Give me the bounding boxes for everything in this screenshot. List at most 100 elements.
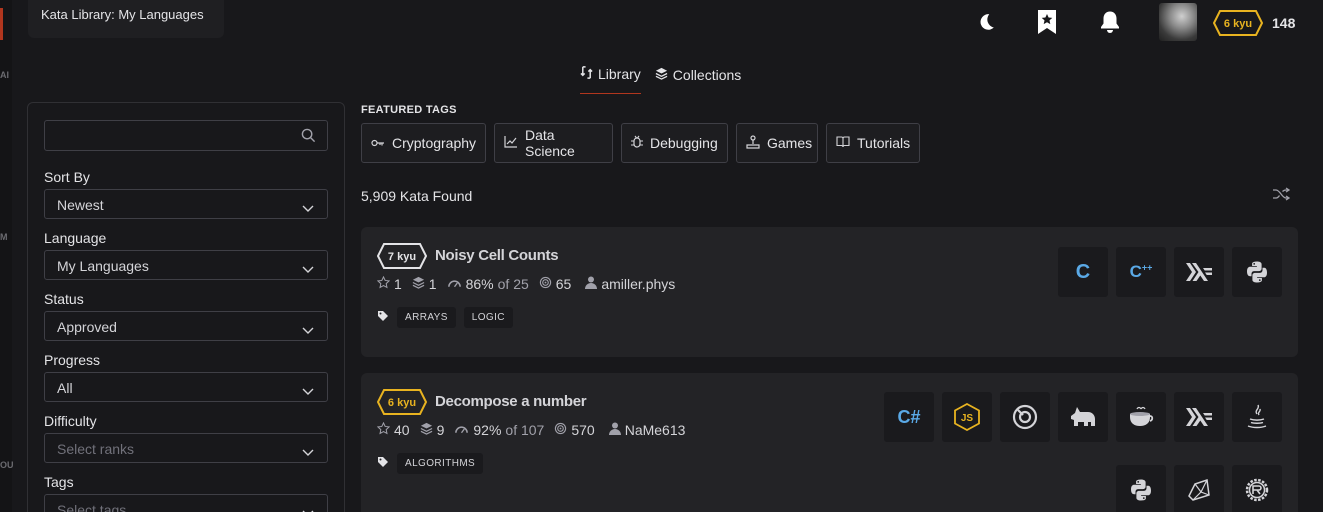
- collections-stat: 1: [412, 276, 437, 292]
- bell-icon[interactable]: [1096, 8, 1124, 36]
- language-javascript-icon[interactable]: JS: [942, 392, 992, 442]
- rank-badge: 7 kyu: [376, 243, 428, 274]
- language-rust-icon[interactable]: [1232, 465, 1282, 512]
- kata-title-link[interactable]: Noisy Cell Counts: [435, 247, 559, 264]
- language-haskell-icon[interactable]: [1174, 247, 1224, 297]
- rank-badge: 6 kyu: [1212, 10, 1264, 41]
- shuffle-icon[interactable]: [1272, 186, 1291, 207]
- filter-panel: Sort By Newest Language My Languages Sta…: [27, 102, 345, 512]
- tag-chip[interactable]: LOGIC: [463, 307, 513, 328]
- language-python-icon[interactable]: [1232, 247, 1282, 297]
- sort-by-select[interactable]: Newest: [44, 189, 328, 219]
- tags-select[interactable]: Select tags: [44, 494, 328, 512]
- status-label: Status: [44, 291, 84, 307]
- svg-text:6 kyu: 6 kyu: [388, 397, 416, 409]
- satisfaction-stat: 92% of 107: [454, 422, 544, 438]
- results-count: 5,909 Kata Found: [361, 188, 473, 204]
- chevron-down-icon: [302, 322, 314, 338]
- star-icon: [376, 421, 391, 438]
- avatar[interactable]: [1159, 3, 1197, 41]
- sort-by-label: Sort By: [44, 169, 90, 185]
- honor-count: 148: [1272, 15, 1296, 31]
- moon-icon[interactable]: [972, 8, 1000, 36]
- language-python-icon[interactable]: [1116, 465, 1166, 512]
- page-title: Kata Library: My Languages: [28, 0, 224, 38]
- target-icon: [554, 422, 567, 438]
- tag-icon: [377, 309, 389, 327]
- language-csharp-icon[interactable]: C#: [884, 392, 934, 442]
- language-label: Language: [44, 230, 107, 246]
- svg-text:7 kyu: 7 kyu: [388, 251, 416, 263]
- user-icon: [585, 276, 598, 292]
- tags-label: Tags: [44, 474, 74, 490]
- kata-tags: ALGORITHMS: [377, 453, 484, 474]
- language-select[interactable]: My Languages: [44, 250, 328, 280]
- kata-stats: 1 1 86% of 25 65 amiller.phys: [376, 275, 675, 292]
- rating-icon: [454, 422, 469, 438]
- user-icon: [608, 422, 621, 438]
- tag-icon: [377, 455, 389, 473]
- difficulty-select[interactable]: Select ranks: [44, 433, 328, 463]
- rating-icon: [447, 276, 462, 292]
- tag-chip[interactable]: ARRAYS: [397, 307, 456, 328]
- library-icon: [580, 66, 593, 82]
- status-select[interactable]: Approved: [44, 311, 328, 341]
- author-link[interactable]: NaMe613: [608, 422, 685, 438]
- svg-text:6 kyu: 6 kyu: [1224, 18, 1252, 30]
- difficulty-label: Difficulty: [44, 413, 97, 429]
- logo-accent: [0, 8, 3, 40]
- chevron-down-icon: [302, 444, 314, 460]
- tag-chip[interactable]: ALGORITHMS: [397, 453, 484, 474]
- kata-title-link[interactable]: Decompose a number: [435, 393, 587, 410]
- featured-tag-cryptography[interactable]: Cryptography: [361, 123, 486, 163]
- kata-tags: ARRAYS LOGIC: [377, 307, 513, 328]
- stars-stat: 1: [376, 275, 402, 292]
- chevron-down-icon: [302, 383, 314, 399]
- progress-label: Progress: [44, 352, 101, 368]
- collections-stat: 9: [420, 422, 444, 438]
- chevron-down-icon: [302, 505, 314, 512]
- stars-stat: 40: [376, 421, 410, 438]
- svg-text:JS: JS: [961, 413, 974, 424]
- featured-tag-games[interactable]: Games: [736, 123, 818, 163]
- chevron-down-icon: [302, 261, 314, 277]
- language-ruby-icon[interactable]: [1174, 465, 1224, 512]
- key-icon: [371, 135, 385, 151]
- language-cpp-icon[interactable]: C++: [1116, 247, 1166, 297]
- language-elixir-rhino-icon[interactable]: [1058, 392, 1108, 442]
- progress-select[interactable]: All: [44, 372, 328, 402]
- featured-tags-heading: FEATURED TAGS: [361, 104, 457, 116]
- kata-stats: 40 9 92% of 107 570 NaMe613: [376, 421, 685, 438]
- tab-collections[interactable]: Collections: [655, 66, 741, 94]
- star-icon: [376, 275, 391, 292]
- author-link[interactable]: amiller.phys: [585, 276, 675, 292]
- search-input[interactable]: [44, 120, 328, 151]
- chevron-down-icon: [302, 200, 314, 216]
- kata-card[interactable]: 7 kyu Noisy Cell Counts 1 1 86% of 25 65…: [361, 227, 1298, 357]
- completed-stat: 570: [554, 422, 595, 438]
- rank-badge: 6 kyu: [376, 389, 428, 420]
- kata-card[interactable]: 6 kyu Decompose a number 40 9 92% of 107…: [361, 373, 1298, 512]
- layers-icon: [420, 422, 433, 438]
- bug-icon: [631, 135, 643, 152]
- bookmark-star-icon[interactable]: [1033, 8, 1061, 36]
- book-icon: [836, 135, 850, 151]
- featured-tag-data-science[interactable]: Data Science: [494, 123, 613, 163]
- library-tabs: Library Collections: [580, 66, 741, 94]
- target-icon: [539, 276, 552, 292]
- language-java-icon[interactable]: [1232, 392, 1282, 442]
- joystick-icon: [746, 134, 760, 152]
- completed-stat: 65: [539, 276, 571, 292]
- featured-tag-debugging[interactable]: Debugging: [621, 123, 728, 163]
- search-icon: [301, 128, 316, 148]
- language-c-icon[interactable]: C: [1058, 247, 1108, 297]
- language-crystal-icon[interactable]: [1000, 392, 1050, 442]
- tab-library[interactable]: Library: [580, 66, 641, 94]
- language-coffeescript-icon[interactable]: [1116, 392, 1166, 442]
- left-nav-strip: AI M OU: [0, 0, 14, 512]
- featured-tag-tutorials[interactable]: Tutorials: [826, 123, 920, 163]
- chart-line-icon: [504, 135, 518, 151]
- language-haskell-icon[interactable]: [1174, 392, 1224, 442]
- layers-icon: [412, 276, 425, 292]
- satisfaction-stat: 86% of 25: [447, 276, 529, 292]
